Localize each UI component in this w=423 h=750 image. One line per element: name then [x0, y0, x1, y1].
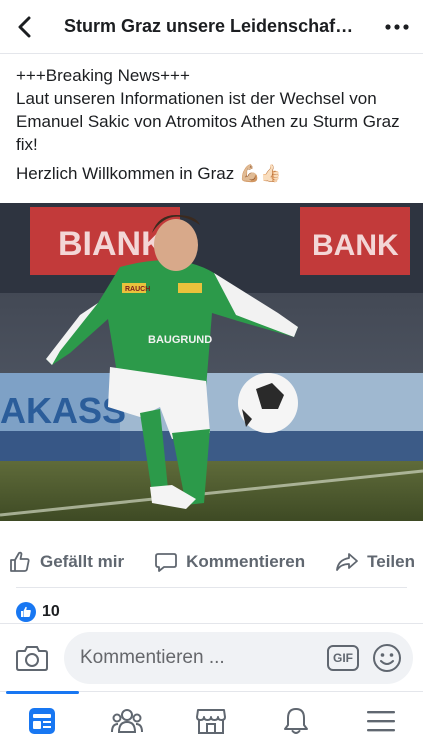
share-label: Teilen: [367, 552, 415, 571]
page-title: Sturm Graz unsere Leidenschaf…: [64, 16, 354, 36]
share-icon: [336, 553, 359, 571]
like-button[interactable]: Gefällt mir: [8, 550, 124, 574]
app-header: Sturm Graz unsere Leidenschaf…: [0, 0, 423, 54]
news-feed-icon: [29, 708, 56, 734]
smiley-icon: [373, 643, 401, 672]
tab-menu[interactable]: [338, 692, 423, 750]
muscle-emoji: 💪🏼: [238, 164, 261, 183]
marketplace-icon: [196, 709, 227, 734]
bell-icon: [284, 708, 309, 734]
share-button[interactable]: Teilen: [335, 550, 415, 574]
comment-input[interactable]: [80, 646, 327, 669]
comment-label: Kommentieren: [186, 552, 306, 571]
banner-text-left: BIANK: [58, 225, 166, 263]
camera-button[interactable]: [10, 636, 54, 680]
camera-icon: [16, 645, 48, 671]
post-body: Laut unseren Informationen ist der Wechs…: [16, 89, 400, 154]
emoji-button[interactable]: [371, 642, 403, 674]
thumbs-up-emoji: 👍🏻: [260, 164, 282, 183]
post-photo[interactable]: BIANK BANK AKASS RAUCH BAUGRUND: [0, 203, 423, 521]
post-text: +++Breaking News+++ Laut unseren Informa…: [16, 64, 416, 185]
menu-icon: [366, 711, 395, 732]
comment-button[interactable]: Kommentieren: [154, 550, 305, 574]
jersey-sponsor-text: BAUGRUND: [148, 334, 212, 346]
banner-text-right: BANK: [312, 229, 399, 262]
jersey-brand-text: RAUCH: [125, 286, 150, 293]
gif-button[interactable]: GIF: [327, 644, 359, 671]
football-player-photo: BIANK BANK AKASS RAUCH BAUGRUND: [0, 203, 423, 521]
post-headline: +++Breaking News+++: [16, 66, 190, 85]
post-greeting-line: Herzlich Willkommen in Graz 💪🏼👍🏻: [16, 162, 416, 185]
reaction-count: 10: [42, 603, 60, 620]
reaction-summary[interactable]: 10: [16, 602, 60, 622]
comment-icon: [155, 553, 177, 572]
comment-input-wrapper: GIF: [64, 631, 413, 684]
tab-groups[interactable]: [85, 692, 170, 750]
ad-board-text: AKASS: [0, 390, 126, 431]
more-horizontal-icon: [385, 23, 409, 30]
thumbs-up-icon: [10, 551, 30, 572]
bottom-tab-bar: [0, 691, 423, 750]
comment-composer: GIF: [0, 623, 423, 691]
tab-notifications[interactable]: [254, 692, 339, 750]
more-options-button[interactable]: [371, 0, 423, 54]
post-greeting: Herzlich Willkommen in Graz: [16, 164, 235, 183]
tab-news-feed[interactable]: [0, 691, 85, 750]
actions-divider: [16, 587, 407, 588]
chevron-left-icon: [18, 16, 31, 37]
tab-marketplace[interactable]: [169, 692, 254, 750]
groups-icon: [110, 709, 143, 733]
back-button[interactable]: [0, 0, 48, 54]
like-label: Gefällt mir: [40, 552, 125, 571]
like-reaction-icon: [16, 602, 36, 622]
post-actions: Gefällt mir Kommentieren Teilen: [0, 540, 423, 584]
